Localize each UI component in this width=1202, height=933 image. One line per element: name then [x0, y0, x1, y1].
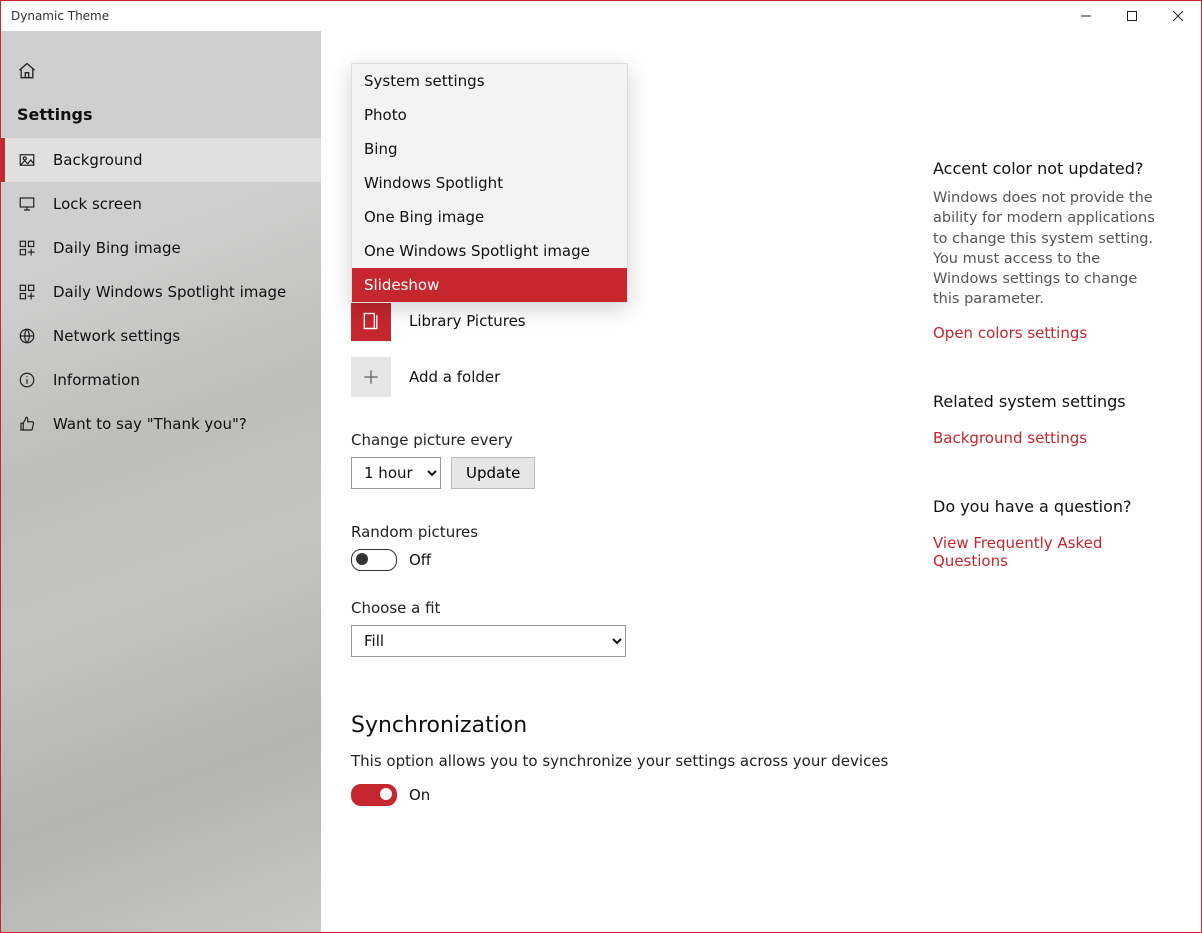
sidebar-item-thankyou[interactable]: Want to say "Thank you"? [1, 402, 321, 446]
info-icon [17, 370, 37, 390]
dropdown-option[interactable]: One Windows Spotlight image [352, 234, 627, 268]
close-button[interactable] [1155, 1, 1201, 31]
background-settings-link[interactable]: Background settings [933, 429, 1087, 447]
sidebar-item-label: Information [53, 371, 140, 389]
sidebar-item-lockscreen[interactable]: Lock screen [1, 182, 321, 226]
folder-library-row[interactable]: Library Pictures [351, 301, 911, 341]
globe-icon [17, 326, 37, 346]
sidebar-item-background[interactable]: Background [1, 138, 321, 182]
add-folder-row[interactable]: Add a folder [351, 357, 911, 397]
sync-state: On [409, 786, 430, 804]
dropdown-option[interactable]: Photo [352, 98, 627, 132]
picture-icon [17, 150, 37, 170]
dropdown-option-selected[interactable]: Slideshow [352, 268, 627, 302]
titlebar: Dynamic Theme [1, 1, 1201, 31]
dropdown-option[interactable]: System settings [352, 64, 627, 98]
monitor-icon [17, 194, 37, 214]
sidebar-item-daily-spotlight[interactable]: Daily Windows Spotlight image [1, 270, 321, 314]
sidebar-item-information[interactable]: Information [1, 358, 321, 402]
sidebar-item-label: Background [53, 151, 143, 169]
grid-plus-icon [17, 282, 37, 302]
sidebar: Settings Background Lock screen Daily Bi… [1, 31, 321, 932]
random-state: Off [409, 551, 431, 569]
background-mode-dropdown-list[interactable]: System settings Photo Bing Windows Spotl… [351, 63, 628, 303]
fit-select[interactable]: Fill [351, 625, 626, 657]
faq-link[interactable]: View Frequently Asked Questions [933, 534, 1163, 570]
fit-label: Choose a fit [351, 599, 911, 617]
body: Settings Background Lock screen Daily Bi… [1, 31, 1201, 932]
sidebar-item-label: Want to say "Thank you"? [53, 415, 247, 433]
maximize-button[interactable] [1109, 1, 1155, 31]
dropdown-option[interactable]: One Bing image [352, 200, 627, 234]
sidebar-item-label: Daily Windows Spotlight image [53, 283, 286, 301]
right-column: Accent color not updated? Windows does n… [933, 159, 1163, 620]
minimize-button[interactable] [1063, 1, 1109, 31]
sidebar-item-network[interactable]: Network settings [1, 314, 321, 358]
home-icon[interactable] [17, 61, 37, 81]
thumbs-up-icon [17, 414, 37, 434]
sidebar-item-label: Lock screen [53, 195, 142, 213]
content-area: System settings Photo Bing Windows Spotl… [321, 31, 1201, 932]
related-heading: Related system settings [933, 392, 1163, 411]
main-column: Library Pictures Add a folder Change pic… [351, 301, 911, 834]
sidebar-header: Settings [1, 99, 321, 138]
random-label: Random pictures [351, 523, 911, 541]
random-toggle[interactable] [351, 549, 397, 571]
accent-text: Windows does not provide the ability for… [933, 188, 1163, 310]
grid-plus-icon [17, 238, 37, 258]
sync-heading: Synchronization [351, 713, 911, 738]
plus-icon [351, 357, 391, 397]
question-heading: Do you have a question? [933, 497, 1163, 516]
sidebar-item-label: Network settings [53, 327, 180, 345]
dropdown-option[interactable]: Bing [352, 132, 627, 166]
folder-label: Library Pictures [409, 312, 526, 330]
update-button[interactable]: Update [451, 457, 535, 489]
folder-tile-icon [351, 301, 391, 341]
change-every-select[interactable]: 1 hour [351, 457, 441, 489]
window-title: Dynamic Theme [11, 9, 109, 23]
window-controls [1063, 1, 1201, 31]
accent-heading: Accent color not updated? [933, 159, 1163, 178]
app-window: Dynamic Theme Settings Background [0, 0, 1202, 933]
sync-toggle[interactable] [351, 784, 397, 806]
sidebar-item-daily-bing[interactable]: Daily Bing image [1, 226, 321, 270]
change-every-label: Change picture every [351, 431, 911, 449]
sidebar-item-label: Daily Bing image [53, 239, 181, 257]
sync-desc: This option allows you to synchronize yo… [351, 752, 911, 770]
add-folder-label: Add a folder [409, 368, 500, 386]
dropdown-option[interactable]: Windows Spotlight [352, 166, 627, 200]
open-colors-link[interactable]: Open colors settings [933, 324, 1087, 342]
